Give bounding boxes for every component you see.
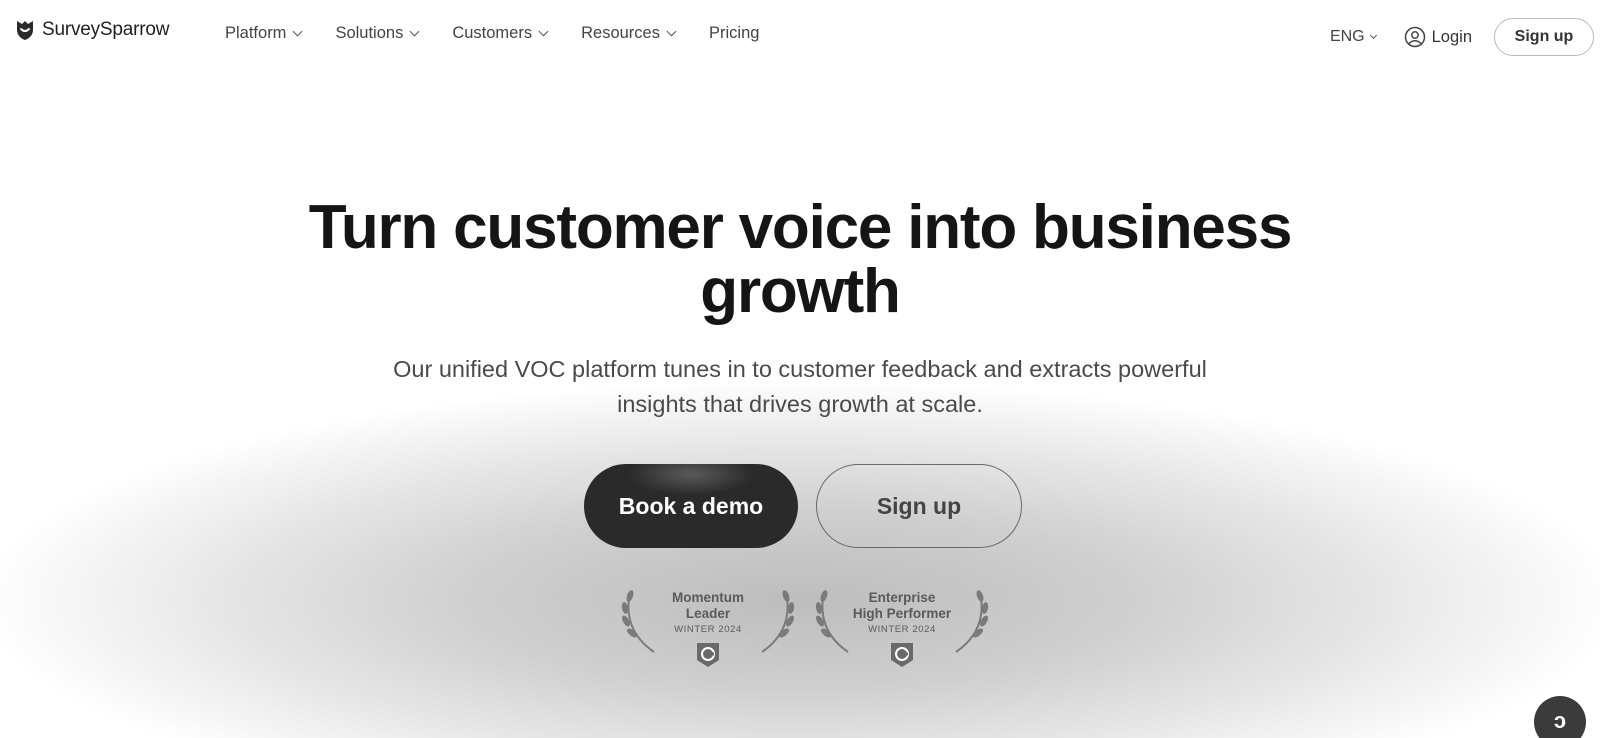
hero-cta-row: Book a demo Sign up: [584, 464, 1022, 548]
chevron-down-icon: [666, 26, 677, 37]
header-actions: ENG Login Sign up: [1330, 18, 1594, 56]
top-navigation-bar: SurveySparrow Platform Solutions Custome…: [0, 0, 1600, 70]
award-badges: Momentum Leader WINTER 2024 Enterprise H…: [618, 582, 992, 674]
main-nav: Platform Solutions Customers Resources P…: [225, 24, 759, 43]
g2-icon: [891, 643, 913, 667]
hero-subtitle-line1: Our unified VOC platform tunes in to cus…: [393, 356, 1207, 382]
nav-label: Solutions: [335, 24, 404, 42]
nav-item-resources[interactable]: Resources: [581, 24, 677, 43]
nav-item-solutions[interactable]: Solutions: [335, 24, 420, 43]
brand-name: SurveySparrow: [42, 19, 170, 40]
hero-subtitle: Our unified VOC platform tunes in to cus…: [340, 352, 1260, 422]
chevron-down-icon: [1369, 31, 1377, 40]
badge-line3: WINTER 2024: [868, 624, 936, 635]
nav-label: Resources: [581, 24, 660, 42]
nav-label: Pricing: [708, 24, 760, 42]
hero-title: Turn customer voice into business growth: [0, 196, 1600, 324]
chevron-down-icon: [292, 26, 303, 37]
nav-item-customers[interactable]: Customers: [452, 24, 549, 43]
language-selector[interactable]: ENG: [1329, 28, 1377, 46]
nav-label: Customers: [452, 24, 533, 42]
hero-subtitle-line2: insights that drives growth at scale.: [617, 391, 983, 417]
user-circle-icon: [1404, 26, 1425, 48]
badge-text: Momentum Leader WINTER 2024: [618, 590, 798, 638]
badge-momentum-leader: Momentum Leader WINTER 2024: [618, 582, 798, 674]
badge-line1: Momentum: [672, 590, 744, 605]
badge-line3: WINTER 2024: [674, 624, 742, 635]
badge-text: Enterprise High Performer WINTER 2024: [812, 590, 992, 638]
hero-title-line1: Turn customer voice into business: [308, 193, 1293, 262]
login-link[interactable]: Login: [1404, 26, 1472, 48]
header-signup-button[interactable]: Sign up: [1494, 18, 1594, 56]
chevron-down-icon: [538, 26, 549, 37]
chevron-down-icon: [409, 26, 420, 37]
badge-line1: Enterprise: [868, 590, 936, 605]
badge-line2: High Performer: [852, 606, 952, 621]
g2-icon: [697, 643, 719, 667]
chat-icon: ↄ: [1553, 708, 1567, 733]
nav-label: Platform: [225, 24, 287, 42]
sparrow-heart-logo-icon: [17, 21, 33, 40]
hero-signup-button[interactable]: Sign up: [816, 464, 1022, 548]
nav-item-platform[interactable]: Platform: [225, 24, 303, 43]
login-label: Login: [1431, 27, 1472, 46]
brand-logo[interactable]: SurveySparrow: [14, 18, 169, 42]
badge-enterprise-high-performer: Enterprise High Performer WINTER 2024: [812, 582, 992, 674]
hero-title-line2: growth: [700, 257, 901, 326]
book-demo-button[interactable]: Book a demo: [584, 464, 798, 548]
language-label: ENG: [1329, 28, 1365, 45]
badge-line2: Leader: [685, 606, 731, 621]
nav-item-pricing[interactable]: Pricing: [709, 24, 759, 43]
